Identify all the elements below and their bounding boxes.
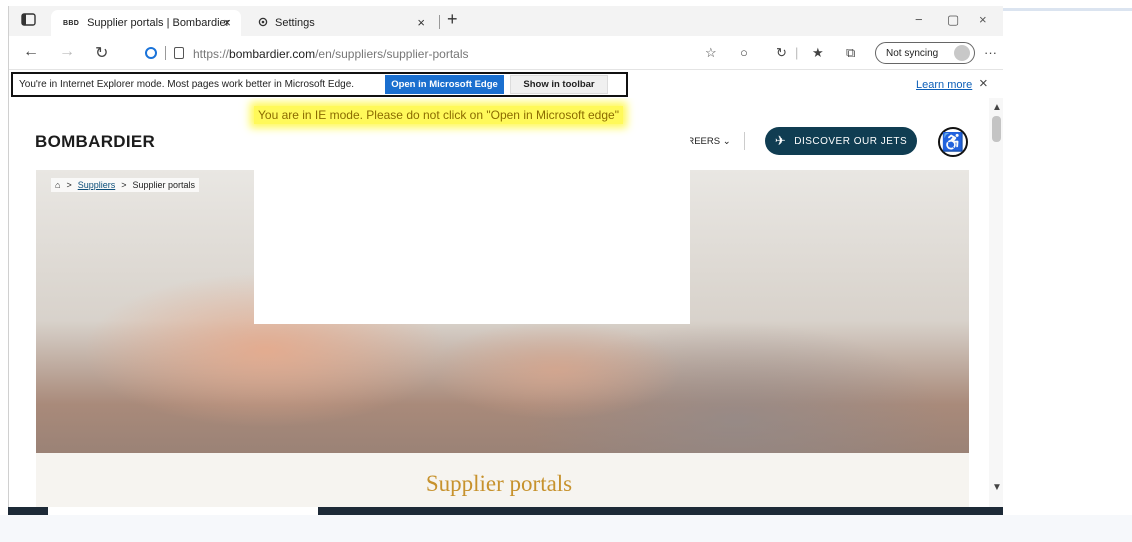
discover-jets-button[interactable]: ✈ DISCOVER OUR JETS — [765, 127, 917, 155]
scroll-down-icon[interactable]: ▼ — [992, 482, 1002, 493]
forward-arrow-icon[interactable]: → — [59, 43, 75, 61]
extension-icon[interactable]: ○ — [740, 45, 748, 60]
close-icon[interactable]: × — [417, 15, 425, 30]
tab-strip: BBD Supplier portals | Bombardier × Sett… — [9, 6, 1003, 36]
scroll-up-icon[interactable]: ▲ — [992, 102, 1002, 113]
url-domain: bombardier.com — [229, 47, 316, 61]
close-icon[interactable]: × — [223, 15, 231, 30]
tab-actions-icon[interactable] — [21, 13, 39, 29]
ie-mode-icon[interactable] — [145, 47, 157, 59]
address-divider — [165, 46, 166, 60]
back-arrow-icon[interactable]: ← — [23, 43, 39, 61]
profile-sync-button[interactable]: Not syncing — [875, 42, 975, 64]
ie-mode-infobar: You're in Internet Explorer mode. Most p… — [9, 70, 1003, 98]
tab-settings[interactable]: Settings × — [245, 10, 435, 36]
sync-label: Not syncing — [886, 47, 939, 59]
breadcrumb: ⌂ > Suppliers > Supplier portals — [51, 178, 200, 192]
breadcrumb-suppliers-link[interactable]: Suppliers — [78, 180, 116, 190]
airplane-icon: ✈ — [774, 133, 787, 148]
discover-label: DISCOVER OUR JETS — [794, 135, 908, 147]
ie-mode-message: You're in Internet Explorer mode. Most p… — [19, 79, 355, 90]
close-window-button[interactable]: × — [979, 12, 987, 27]
page-content: BOMBARDIER AREERS ⌄ ✈ DISCOVER OUR JETS … — [9, 98, 989, 515]
desktop-margin — [1003, 0, 1132, 542]
breadcrumb-current: Supplier portals — [132, 180, 196, 190]
tab-label: Supplier portals | Bombardier — [87, 17, 230, 29]
sidebar-icon[interactable]: ↻ — [776, 45, 787, 61]
favorites-icon[interactable]: ★ — [812, 45, 824, 61]
tab-divider — [439, 15, 440, 29]
page-footer-strip — [8, 507, 1003, 515]
avatar — [954, 45, 970, 61]
footer-light-segment — [48, 507, 318, 515]
maximize-button[interactable]: ▢ — [947, 12, 959, 28]
nav-divider — [744, 132, 745, 150]
url-scheme: https:// — [193, 47, 230, 61]
vertical-scrollbar[interactable]: ▲ ▼ — [989, 98, 1003, 515]
ie-mode-highlight-box: You're in Internet Explorer mode. Most p… — [11, 72, 628, 97]
redaction-overlay — [254, 110, 690, 324]
bbd-favicon-icon: BBD — [63, 19, 80, 27]
breadcrumb-separator: > — [121, 180, 127, 190]
tab-supplier-portals[interactable]: BBD Supplier portals | Bombardier × — [51, 10, 241, 36]
breadcrumb-separator: > — [66, 180, 72, 190]
read-aloud-icon[interactable]: ☆ — [705, 45, 717, 61]
url-field[interactable]: https://bombardier.com/en/suppliers/supp… — [193, 47, 469, 61]
learn-more-link[interactable]: Learn more — [916, 79, 972, 91]
screen: BBD Supplier portals | Bombardier × Sett… — [0, 0, 1132, 542]
browser-window: BBD Supplier portals | Bombardier × Sett… — [8, 6, 1003, 515]
open-in-edge-button[interactable]: Open in Microsoft Edge — [385, 75, 504, 94]
url-path: /en/suppliers/supplier-portals — [315, 47, 469, 61]
collections-icon[interactable]: ⧉ — [846, 45, 855, 61]
annotation-note: You are in IE mode. Please do not click … — [254, 106, 623, 124]
chevron-down-icon: ⌄ — [722, 136, 731, 147]
accessibility-icon[interactable]: ♿ — [938, 127, 968, 157]
lock-icon[interactable] — [174, 47, 184, 59]
minimize-button[interactable]: − — [915, 12, 923, 27]
page-title: Supplier portals — [425, 471, 573, 496]
address-bar: ← → ↻ https://bombardier.com/en/supplier… — [9, 36, 1003, 70]
toolbar-divider: | — [795, 45, 799, 60]
tab-label: Settings — [275, 17, 315, 29]
more-menu-button[interactable]: ··· — [984, 45, 997, 60]
desktop-bottom — [0, 515, 1132, 542]
close-infobar-button[interactable]: × — [979, 75, 988, 92]
site-logo[interactable]: BOMBARDIER — [35, 132, 155, 152]
home-icon[interactable]: ⌂ — [55, 180, 60, 190]
show-in-toolbar-button[interactable]: Show in toolbar — [510, 75, 608, 94]
gear-icon — [257, 16, 269, 31]
refresh-icon[interactable]: ↻ — [95, 43, 108, 63]
desktop-edge — [1003, 8, 1132, 11]
new-tab-button[interactable]: + — [447, 9, 458, 30]
scroll-thumb[interactable] — [992, 116, 1001, 142]
